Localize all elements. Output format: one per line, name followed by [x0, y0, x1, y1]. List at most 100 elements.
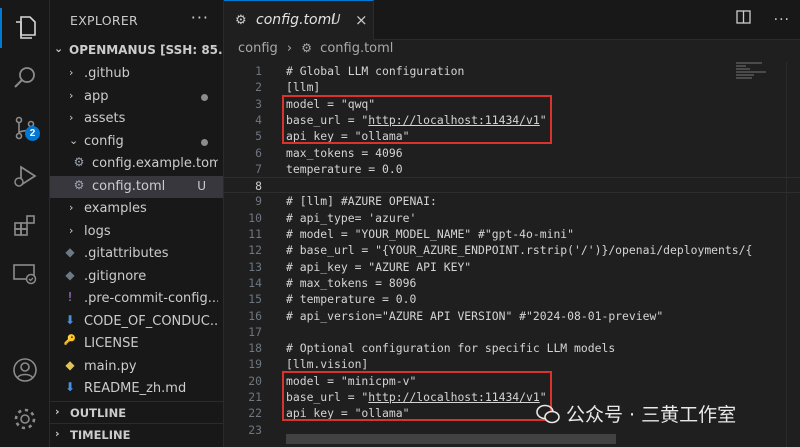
- tree-item[interactable]: ◆ .gitattributes: [50, 243, 223, 265]
- tree-item[interactable]: ◆ main.py: [50, 356, 223, 378]
- code-line[interactable]: 2 [llm]: [224, 79, 800, 95]
- code-line[interactable]: 11 # model = "YOUR_MODEL_NAME" #"gpt-4o-m…: [224, 226, 800, 242]
- tree-item[interactable]: ⬇ README_zh.md: [50, 378, 223, 400]
- search-icon[interactable]: [9, 62, 41, 94]
- chevron-right-icon: ›: [69, 89, 74, 102]
- code-text: api_key = "ollama": [286, 406, 410, 421]
- code-text: # Global LLM configuration: [286, 64, 465, 78]
- tree-item[interactable]: › .github: [50, 63, 223, 85]
- timeline-section[interactable]: › TIMELINE: [50, 423, 223, 445]
- tree-item[interactable]: ⬇ CODE_OF_CONDUC...: [50, 311, 223, 333]
- exclamation-icon: !: [67, 290, 73, 304]
- tree-item[interactable]: ! .pre-commit-config...: [50, 288, 223, 310]
- extensions-icon[interactable]: [9, 209, 41, 241]
- python-icon: ◆: [65, 358, 75, 372]
- active-indicator: [0, 8, 2, 48]
- tree-item[interactable]: ◆ .gitignore: [50, 266, 223, 288]
- breadcrumb-folder[interactable]: config: [238, 41, 278, 56]
- modified-dot-icon: [201, 139, 208, 146]
- tab-config-toml[interactable]: ⚙ config.toml U ×: [224, 0, 374, 40]
- git-icon: ◆: [65, 268, 75, 282]
- chevron-down-icon: ⌄: [69, 134, 79, 147]
- line-number: 5: [255, 129, 262, 144]
- horizontal-scrollbar[interactable]: [286, 434, 616, 444]
- code-line[interactable]: 20 model = "minicpm-v": [224, 373, 800, 389]
- more-actions-icon[interactable]: ···: [774, 12, 790, 28]
- url-link[interactable]: http://localhost:11434/v1: [368, 390, 539, 404]
- breadcrumb-file[interactable]: config.toml: [320, 41, 393, 56]
- tree-item-label: config.toml: [92, 179, 166, 194]
- code-line[interactable]: 16 # api_version="AZURE API VERSION" #"20…: [224, 308, 800, 324]
- code-line[interactable]: 3 model = "qwq": [224, 96, 800, 112]
- code-line[interactable]: 15 # temperature = 0.0: [224, 291, 800, 307]
- code-line[interactable]: 17: [224, 324, 800, 340]
- line-number: 13: [248, 259, 262, 274]
- tree-item[interactable]: › assets: [50, 108, 223, 130]
- code-text: base_url = "http://localhost:11434/v1": [286, 112, 547, 127]
- run-debug-icon[interactable]: [9, 160, 41, 192]
- code-line[interactable]: 13 # api_key = "AZURE API KEY": [224, 259, 800, 275]
- remote-explorer-icon[interactable]: [9, 258, 41, 290]
- tree-item-label: .github: [84, 66, 130, 81]
- line-number: 18: [248, 341, 262, 356]
- git-status-badge: U: [197, 179, 206, 193]
- tree-item-label: config: [84, 134, 124, 149]
- timeline-label: TIMELINE: [70, 428, 131, 442]
- outline-section[interactable]: › OUTLINE: [50, 401, 223, 423]
- code-line[interactable]: 19 [llm.vision]: [224, 356, 800, 372]
- account-icon[interactable]: [9, 354, 41, 386]
- code-line[interactable]: 6 max_tokens = 4096: [224, 145, 800, 161]
- workspace-root[interactable]: ⌄ OPENMANUS [SSH: 85.1...: [50, 40, 223, 62]
- code-line[interactable]: 1 # Global LLM configuration: [224, 63, 800, 79]
- tree-item[interactable]: ⚙ config.example.toml: [50, 153, 223, 175]
- line-number: 22: [248, 406, 262, 421]
- tree-item[interactable]: ⚙ config.toml U: [50, 176, 223, 198]
- minimap[interactable]: [736, 62, 784, 82]
- watermark-text: 公众号 · 三黄工作室: [566, 404, 737, 426]
- tree-item[interactable]: › logs: [50, 221, 223, 243]
- split-editor-icon[interactable]: [736, 10, 751, 28]
- line-number: 16: [248, 308, 262, 323]
- code-text: # model = "YOUR_MODEL_NAME" #"gpt-4o-min…: [286, 227, 575, 241]
- line-number: 4: [255, 112, 262, 127]
- chevron-right-icon: ›: [69, 224, 74, 237]
- tree-item[interactable]: › examples: [50, 198, 223, 220]
- code-text: [llm.vision]: [286, 357, 369, 372]
- line-number: 15: [248, 292, 262, 307]
- line-number: 1: [255, 64, 262, 78]
- tab-label: config.toml: [256, 12, 336, 28]
- wechat-icon: [536, 404, 560, 424]
- code-line[interactable]: 12 # base_url = "{YOUR_AZURE_ENDPOINT.rst…: [224, 242, 800, 258]
- chevron-down-icon: ⌄: [54, 42, 64, 55]
- url-link[interactable]: http://localhost:11434/v1: [368, 113, 539, 127]
- code-text: # api_version="AZURE API VERSION" #"2024…: [286, 308, 664, 323]
- code-line[interactable]: 18 # Optional configuration for specific …: [224, 340, 800, 356]
- code-line[interactable]: 9 # [llm] #AZURE OPENAI:: [224, 193, 800, 209]
- code-line[interactable]: 14 # max_tokens = 8096: [224, 275, 800, 291]
- files-icon[interactable]: [9, 12, 41, 44]
- settings-gear-icon[interactable]: [9, 403, 41, 435]
- code-text: model = "qwq": [286, 96, 376, 111]
- code-line[interactable]: 4 base_url = "http://localhost:11434/v1": [224, 112, 800, 128]
- tree-item[interactable]: ⌄ config: [50, 131, 223, 153]
- line-number: 7: [255, 161, 262, 176]
- gear-icon: ⚙: [73, 155, 85, 169]
- code-editor[interactable]: 1 # Global LLM configuration 2 [llm] 3 model …: [224, 62, 800, 447]
- line-number: 20: [248, 373, 262, 388]
- tree-item[interactable]: › app: [50, 86, 223, 108]
- vertical-scrollbar[interactable]: [786, 62, 798, 447]
- close-icon[interactable]: ×: [355, 11, 368, 29]
- gear-icon: ⚙: [301, 41, 313, 55]
- workspace-root-label: OPENMANUS [SSH: 85.1...: [69, 43, 223, 57]
- code-line[interactable]: 5 api_key = "ollama": [224, 128, 800, 144]
- tree-item-label: LICENSE: [84, 336, 139, 351]
- code-line[interactable]: 7 temperature = 0.0: [224, 161, 800, 177]
- modified-dot-icon: [201, 94, 208, 101]
- code-line[interactable]: 8: [224, 177, 800, 194]
- tree-item-label: .pre-commit-config...: [84, 291, 218, 306]
- tree-item[interactable]: 🔑 LICENSE: [50, 333, 223, 355]
- explorer-more-icon[interactable]: ···: [191, 8, 209, 27]
- code-text: # Optional configuration for specific LL…: [286, 341, 616, 356]
- code-line[interactable]: 10 # api_type= 'azure': [224, 210, 800, 226]
- code-text: temperature = 0.0: [286, 161, 403, 176]
